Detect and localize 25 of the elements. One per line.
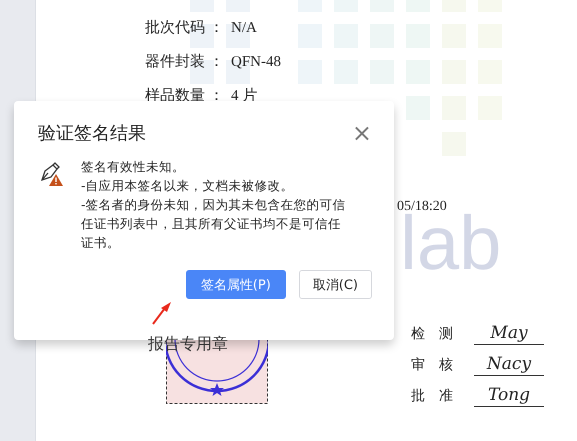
signoff-label: 准	[439, 388, 454, 406]
field-label: 批次代码 ：	[145, 19, 225, 37]
pen-warning-icon	[40, 161, 64, 187]
field-value: 4 片	[231, 87, 258, 105]
signoff-label: 测	[439, 326, 454, 344]
cancel-button[interactable]: 取消(C)	[298, 270, 372, 299]
signature: Nacy	[474, 353, 544, 376]
signoff-label: 批	[411, 388, 426, 406]
date-text: 05/18:20	[397, 199, 447, 214]
signoff-label: 核	[439, 356, 454, 375]
field-value: QFN-48	[231, 53, 282, 71]
signoff-label: 审	[411, 356, 426, 375]
signature: Tong	[474, 384, 544, 407]
signoff-label: 检	[411, 326, 426, 344]
field-label: 器件封装 ：	[145, 53, 225, 71]
arrow-annotation	[152, 301, 172, 325]
signature: May	[474, 322, 544, 345]
close-button[interactable]: ×	[352, 121, 372, 145]
message-text: -签名者的身份未知，因为其未包含在您的可信任证书列表中，且其所有父证书均不是可信任证书。	[81, 196, 347, 252]
dialog-title: 验证签名结果	[38, 122, 146, 145]
message-text: 签名有效性未知。	[81, 158, 186, 176]
message-text: -自应用本签名以来，文档未被修改。	[81, 177, 295, 195]
properties-button[interactable]: 签名属性(P)	[186, 270, 286, 299]
field-label: 样品数量 ：	[145, 87, 225, 105]
field-value: N/A	[231, 19, 257, 37]
